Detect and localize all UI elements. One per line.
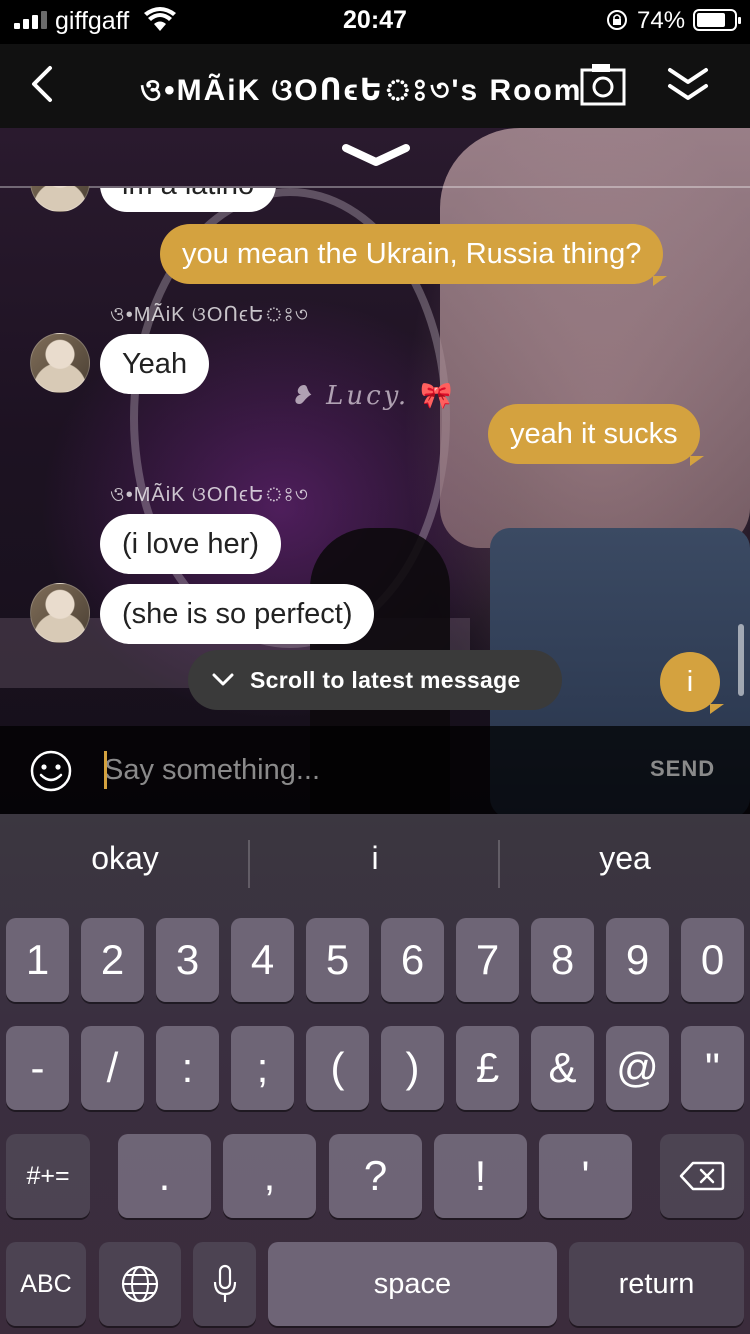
scene-avatar-hoodie [440,128,750,548]
key[interactable]: £ [456,1026,519,1110]
chat-message-outgoing: yeah it sucks [488,404,704,466]
key[interactable]: : [156,1026,219,1110]
avatar[interactable] [30,186,90,212]
key[interactable]: 1 [6,918,69,1002]
suggestion-item[interactable]: yea [500,840,750,877]
message-sender: ও•MÃiK ଓOՈϵԵঃ৩ [110,484,309,506]
chevron-down-icon [212,673,234,686]
chat-message-incoming: Yeah [100,334,210,394]
key[interactable]: & [531,1026,594,1110]
camera-icon[interactable] [580,62,626,106]
key[interactable]: " [681,1026,744,1110]
key[interactable]: 5 [306,918,369,1002]
smiley-icon[interactable] [30,750,72,792]
key[interactable]: 2 [81,918,144,1002]
suggestion-bar: okay i yea [0,814,750,914]
chat-message-outgoing: you mean the Ukrain, Russia thing? [160,224,668,286]
space-key[interactable]: space [268,1242,557,1326]
room-title: ও•MÃiK ଓOՈϵԵঃ৩'s Room [140,74,583,107]
key[interactable]: 4 [231,918,294,1002]
text-caret [104,751,107,789]
key[interactable]: ? [329,1134,422,1218]
key[interactable]: @ [606,1026,669,1110]
globe-key[interactable] [99,1242,181,1326]
double-chevron-down-icon[interactable] [666,64,710,106]
chat-message-partial: im a latino [100,188,277,212]
back-chevron-icon[interactable] [24,62,64,106]
chat-scene[interactable]: ❥ Lucy. 🎀 im a latino you mean the Ukrai… [0,128,750,814]
microphone-icon [213,1264,236,1302]
send-button[interactable]: SEND [650,756,715,782]
key[interactable]: ; [231,1026,294,1110]
message-composer: SEND [0,726,750,814]
key[interactable]: . [118,1134,211,1218]
chat-message-incoming: (she is so perfect) [100,584,375,644]
key[interactable]: 7 [456,918,519,1002]
chat-message-outgoing: i [660,652,724,714]
return-key[interactable]: return [569,1242,744,1326]
chat-scrollbar[interactable] [738,624,744,696]
abc-key[interactable]: ABC [6,1242,86,1326]
delete-key[interactable] [660,1134,744,1218]
avatar[interactable] [30,583,90,643]
delete-icon [679,1161,725,1191]
battery-icon [693,9,741,31]
key[interactable]: 9 [606,918,669,1002]
keyboard: okay i yea 1 2 3 4 5 6 7 8 9 0 - / : ; (… [0,814,750,1334]
room-header: ও•MÃiK ଓOՈϵԵঃ৩'s Room [0,44,750,128]
battery-percent: 74% [637,7,686,34]
key[interactable]: ) [381,1026,444,1110]
scene-wall-sign: ❥ Lucy. 🎀 [290,381,456,411]
rotation-lock-icon [607,10,627,30]
suggestion-item[interactable]: okay [0,840,250,877]
suggestion-item[interactable]: i [250,840,500,877]
key[interactable]: 0 [681,918,744,1002]
globe-icon [121,1265,159,1303]
key[interactable]: 3 [156,918,219,1002]
key[interactable]: - [6,1026,69,1110]
status-bar: giffgaff 20:47 74% [0,0,750,44]
key[interactable]: , [223,1134,316,1218]
symbols-key[interactable]: #+= [6,1134,90,1218]
scroll-to-latest-label: Scroll to latest message [250,666,521,693]
scroll-to-latest-button[interactable]: Scroll to latest message [188,650,562,710]
message-sender: ও•MÃiK ଓOՈϵԵঃ৩ [110,304,309,326]
chat-top-divider [0,186,750,188]
message-input[interactable] [104,748,604,792]
microphone-key[interactable] [193,1242,256,1326]
key[interactable]: 6 [381,918,444,1002]
collapse-handle-icon[interactable] [340,140,412,170]
key[interactable]: ( [306,1026,369,1110]
key[interactable]: ' [539,1134,632,1218]
key[interactable]: ! [434,1134,527,1218]
chat-message-incoming: (i love her) [100,514,281,574]
avatar[interactable] [30,333,90,393]
key[interactable]: / [81,1026,144,1110]
key[interactable]: 8 [531,918,594,1002]
